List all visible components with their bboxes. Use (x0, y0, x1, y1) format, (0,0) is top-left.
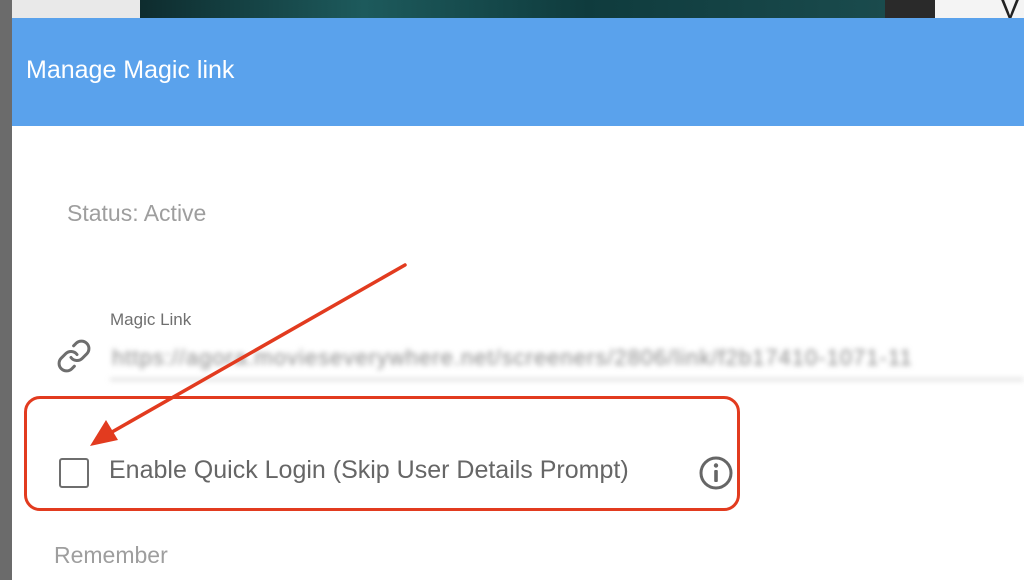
link-icon (57, 339, 91, 373)
magic-link-field[interactable] (110, 336, 1024, 380)
magic-link-label: Magic Link (110, 310, 192, 329)
background-left-panel (12, 0, 140, 18)
status-text: Status: Active (67, 200, 207, 226)
remember-text: Remember (54, 542, 168, 568)
dialog-header: Manage Magic link (12, 18, 1024, 126)
background-left-strip (0, 0, 12, 580)
annotation-highlight-box (24, 396, 740, 511)
dialog-title: Manage Magic link (26, 56, 235, 84)
background-dark-panel (885, 0, 935, 18)
background-video-thumbnail (140, 0, 885, 18)
